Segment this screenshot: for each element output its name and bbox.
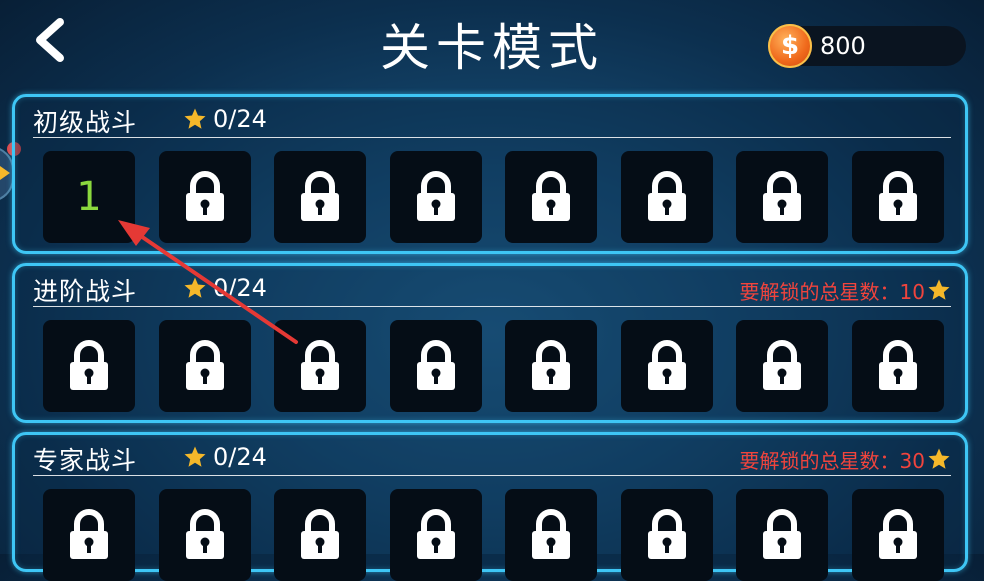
level-tile-locked[interactable]	[158, 489, 251, 581]
coin-icon: $	[768, 24, 812, 68]
level-row: 1	[43, 151, 944, 243]
section-title: 进阶战斗	[33, 277, 138, 306]
lock-icon	[647, 340, 686, 390]
lock-icon	[878, 509, 917, 559]
lock-icon	[763, 340, 801, 390]
star-count: 0/24	[183, 105, 267, 133]
level-tile-locked[interactable]	[851, 320, 944, 412]
lock-icon	[185, 509, 224, 559]
section-title: 专家战斗	[33, 446, 138, 475]
lock-icon	[185, 340, 224, 390]
lock-icon	[301, 171, 339, 221]
level-tile-locked[interactable]	[620, 151, 713, 243]
lock-icon	[647, 171, 686, 221]
lock-icon	[301, 509, 339, 559]
star-icon	[184, 277, 206, 298]
lock-icon	[763, 171, 801, 221]
level-tile-1[interactable]: 1	[43, 151, 135, 243]
star-icon	[928, 448, 950, 469]
level-tile-locked[interactable]	[274, 489, 366, 581]
star-icon	[184, 446, 206, 467]
level-tile-locked[interactable]	[158, 151, 251, 243]
level-tile-locked[interactable]	[736, 489, 828, 581]
star-count-text: 0/24	[213, 105, 267, 133]
level-tile-locked[interactable]	[620, 320, 713, 412]
lock-icon	[416, 340, 455, 390]
level-tile-locked[interactable]	[505, 320, 597, 412]
level-row	[43, 489, 944, 581]
lock-icon	[647, 509, 686, 559]
section-expert: 专家战斗 0/24 要解锁的总星数：30	[12, 432, 968, 581]
lock-icon	[532, 171, 570, 221]
side-arrow-icon	[0, 166, 10, 180]
level-tile-locked[interactable]	[43, 320, 135, 412]
lock-icon	[878, 171, 917, 221]
level-tile-locked[interactable]	[620, 489, 713, 581]
level-tile-locked[interactable]	[43, 489, 135, 581]
lock-icon	[532, 509, 570, 559]
lock-icon	[70, 509, 108, 559]
level-tile-locked[interactable]	[736, 151, 828, 243]
section-beginner: 初级战斗 0/24 1	[12, 94, 968, 254]
coin-display: $ 800	[768, 24, 966, 68]
level-row	[43, 320, 944, 412]
level-tile-locked[interactable]	[851, 489, 944, 581]
level-tile-locked[interactable]	[505, 489, 597, 581]
level-tile-locked[interactable]	[158, 320, 251, 412]
unlock-requirement: 要解锁的总星数：30	[739, 449, 925, 473]
lock-icon	[301, 340, 339, 390]
section-divider	[33, 306, 951, 307]
lock-icon	[416, 171, 455, 221]
level-tile-locked[interactable]	[736, 320, 828, 412]
unlock-requirement: 要解锁的总星数：10	[739, 280, 925, 304]
star-icon	[928, 279, 950, 300]
lock-icon	[878, 340, 917, 390]
coin-amount: 800	[820, 32, 866, 60]
lock-icon	[416, 509, 455, 559]
lock-icon	[532, 340, 570, 390]
star-count: 0/24	[183, 274, 267, 302]
level-tile-locked[interactable]	[274, 320, 366, 412]
level-tile-locked[interactable]	[389, 489, 482, 581]
coin-symbol: $	[780, 31, 800, 61]
level-number: 1	[76, 174, 102, 220]
section-divider	[33, 475, 951, 476]
section-advanced: 进阶战斗 0/24 要解锁的总星数：10	[12, 263, 968, 423]
star-count: 0/24	[183, 443, 267, 471]
star-icon	[184, 108, 206, 129]
lock-icon	[70, 340, 108, 390]
section-divider	[33, 137, 951, 138]
section-title: 初级战斗	[33, 108, 138, 137]
top-bar: 关卡模式 $ 800	[0, 0, 984, 92]
star-count-text: 0/24	[213, 443, 267, 471]
lock-icon	[763, 509, 801, 559]
lock-icon	[185, 171, 224, 221]
level-tile-locked[interactable]	[274, 151, 366, 243]
level-tile-locked[interactable]	[851, 151, 944, 243]
level-tile-locked[interactable]	[389, 320, 482, 412]
level-tile-locked[interactable]	[389, 151, 482, 243]
star-count-text: 0/24	[213, 274, 267, 302]
level-tile-locked[interactable]	[505, 151, 597, 243]
